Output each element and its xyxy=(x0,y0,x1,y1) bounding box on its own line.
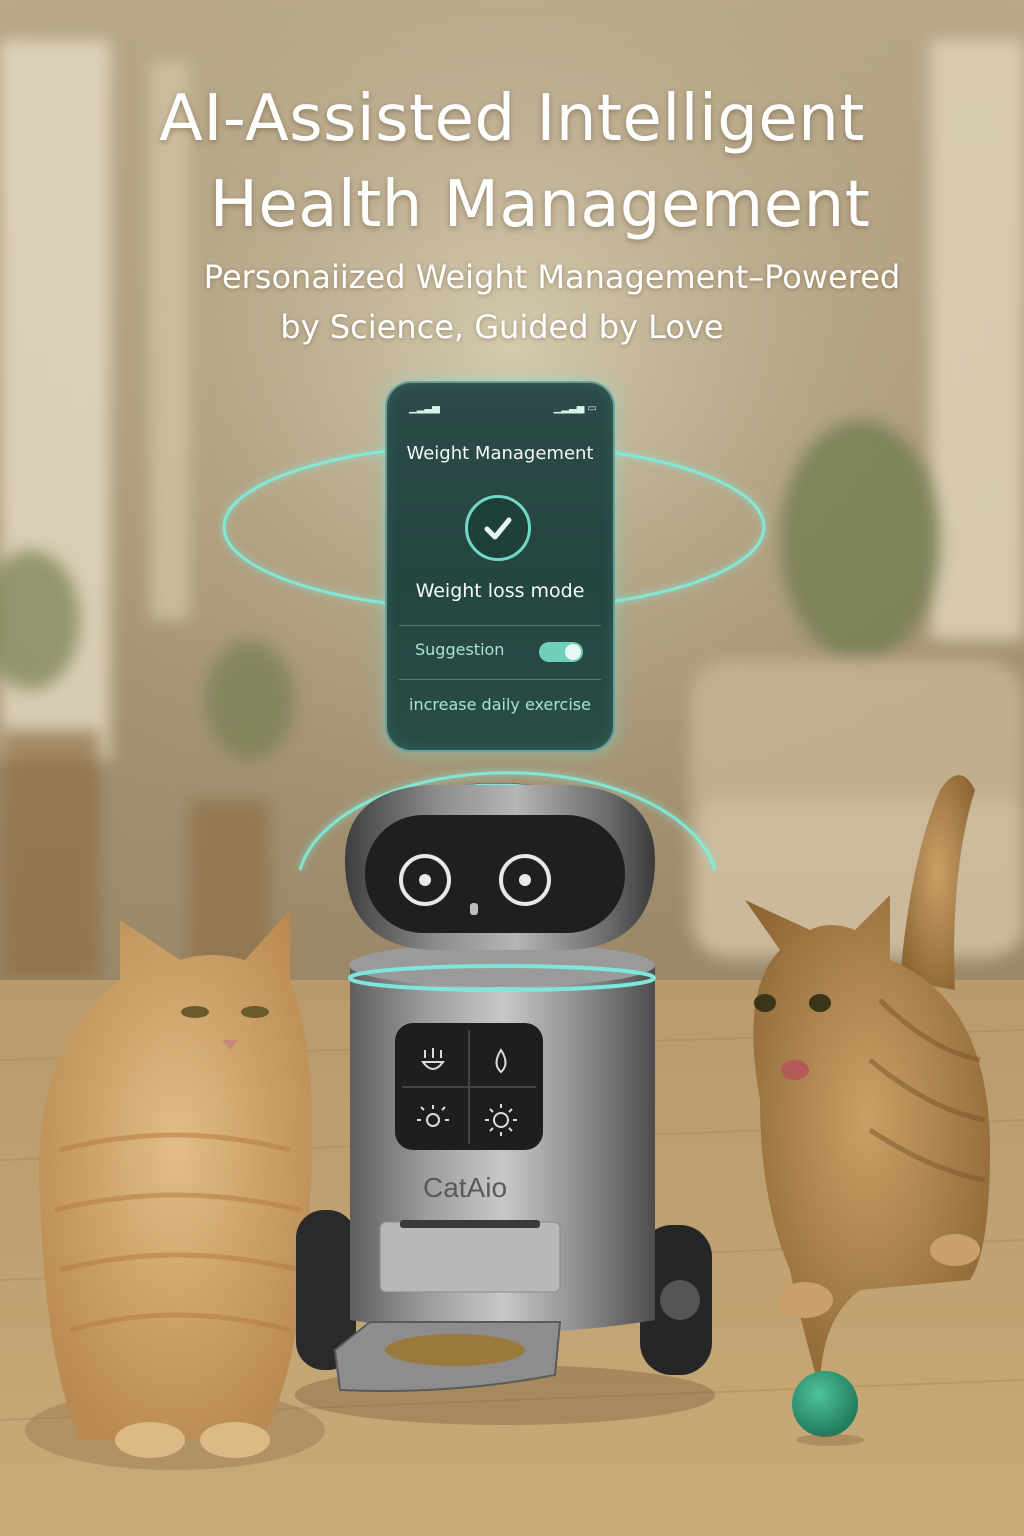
phone-app-card: ▁▂▃▅ ▁▂▃▅ ▭ Weight Management Weight los… xyxy=(385,381,615,752)
divider xyxy=(399,679,601,680)
suggestion-text: increase daily exercise xyxy=(409,695,591,714)
app-title: Weight Management xyxy=(406,443,594,464)
robot-brand-label: CatAio xyxy=(422,1172,508,1203)
divider xyxy=(399,625,601,626)
signal-icon: ▁▂▃▅ xyxy=(409,403,440,414)
toy-ball xyxy=(792,1371,858,1437)
subtitle-line-1: Personaiized Weight Management–Powered xyxy=(203,258,901,296)
suggestion-toggle[interactable] xyxy=(539,642,583,662)
page-title-line-1: AI-Assisted Intelligent xyxy=(159,82,865,156)
toggle-knob xyxy=(565,644,581,660)
suggestion-label: Suggestion xyxy=(415,640,505,659)
mode-label: Weight loss mode xyxy=(415,580,585,602)
page-title-line-2: Health Management xyxy=(209,168,871,242)
check-icon xyxy=(465,495,531,561)
battery-icon: ▁▂▃▅ ▭ xyxy=(553,403,597,414)
subtitle-line-2: by Science, Guided by Love xyxy=(280,308,724,346)
